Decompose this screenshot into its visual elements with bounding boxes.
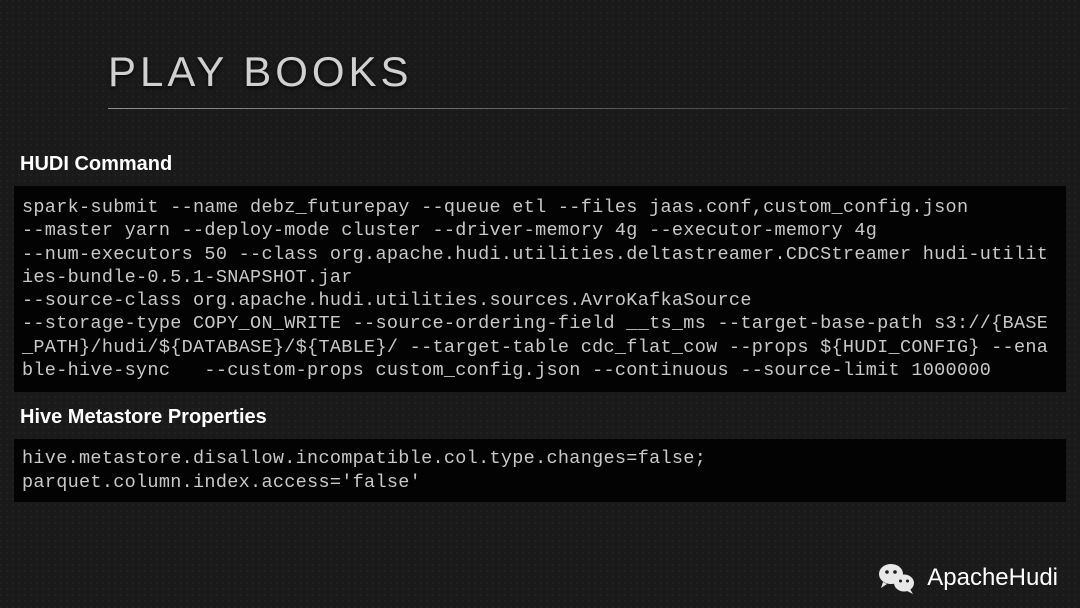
hudi-command-code: spark-submit --name debz_futurepay --que… xyxy=(14,186,1066,392)
hive-properties-label: Hive Metastore Properties xyxy=(20,406,1080,429)
hive-properties-code: hive.metastore.disallow.incompatible.col… xyxy=(14,439,1066,502)
title-underline xyxy=(108,108,1068,109)
hudi-command-label: HUDI Command xyxy=(20,153,1080,176)
page-title: PLAY BOOKS xyxy=(0,0,1080,96)
footer: ApacheHudi xyxy=(877,558,1058,598)
wechat-icon xyxy=(877,558,917,598)
footer-brand: ApacheHudi xyxy=(927,564,1058,592)
